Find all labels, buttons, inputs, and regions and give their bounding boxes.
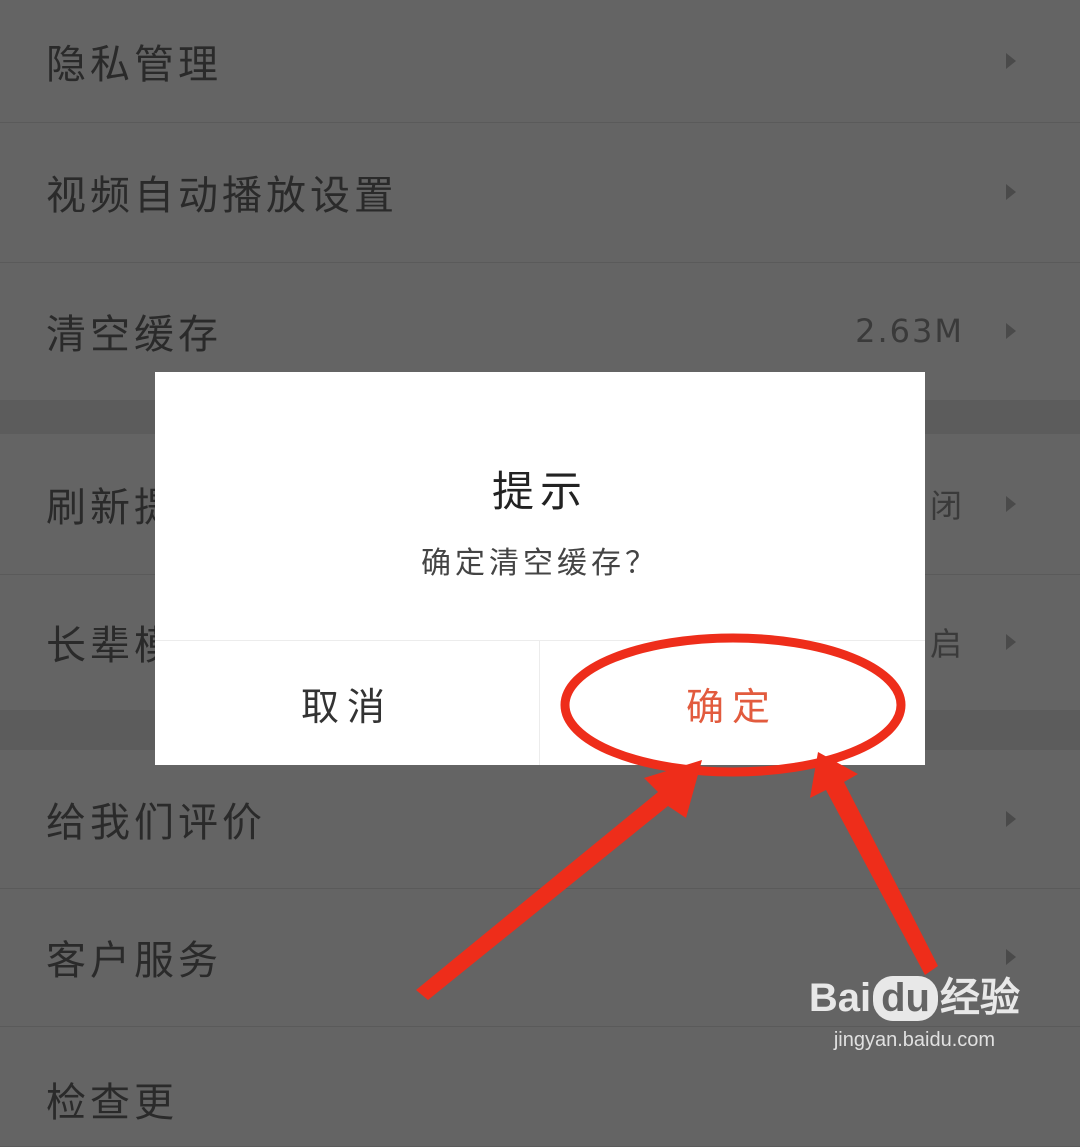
chevron-right-icon <box>1006 949 1016 965</box>
settings-item-label: 视频自动播放设置 <box>46 173 398 219</box>
settings-item-label: 清空缓存 <box>46 312 222 358</box>
settings-item-label: 给我们评价 <box>46 800 266 846</box>
settings-item-label: 客户服务 <box>46 938 222 984</box>
cancel-button[interactable]: 取消 <box>155 641 539 765</box>
chevron-right-icon <box>1006 496 1016 512</box>
dialog-title: 提示 <box>491 467 588 516</box>
settings-item-label: 隐私管理 <box>46 42 222 88</box>
paw-icon: du <box>873 976 938 1021</box>
dialog-message: 确定清空缓存？ <box>421 546 659 581</box>
confirm-button[interactable]: 确定 <box>540 641 924 765</box>
settings-item-video-autoplay[interactable]: 视频自动播放设置 <box>0 122 1080 263</box>
settings-item-rate-us[interactable]: 给我们评价 <box>0 750 1080 889</box>
settings-item-status: 闭 <box>929 487 964 525</box>
logo-text-bai: Bai <box>808 976 872 1020</box>
settings-item-label: 检查更 <box>46 1080 178 1126</box>
baidu-logo: Bai du 经验 <box>809 965 1020 1023</box>
chevron-right-icon <box>1006 634 1016 650</box>
chevron-right-icon <box>1006 811 1016 827</box>
chevron-right-icon <box>1006 184 1016 200</box>
baidu-jingyan-watermark: Bai du 经验 jingyan.baidu.com <box>809 965 1020 1052</box>
settings-item-status: 启 <box>929 625 964 663</box>
cache-size-value: 2.63M <box>855 312 964 350</box>
watermark-url: jingyan.baidu.com <box>833 1029 996 1051</box>
logo-text-jingyan: 经验 <box>940 976 1020 1020</box>
confirm-dialog: 提示 确定清空缓存？ 取消 确定 <box>155 372 925 765</box>
chevron-right-icon <box>1006 53 1016 69</box>
settings-item-privacy[interactable]: 隐私管理 <box>0 0 1080 123</box>
chevron-right-icon <box>1006 323 1016 339</box>
